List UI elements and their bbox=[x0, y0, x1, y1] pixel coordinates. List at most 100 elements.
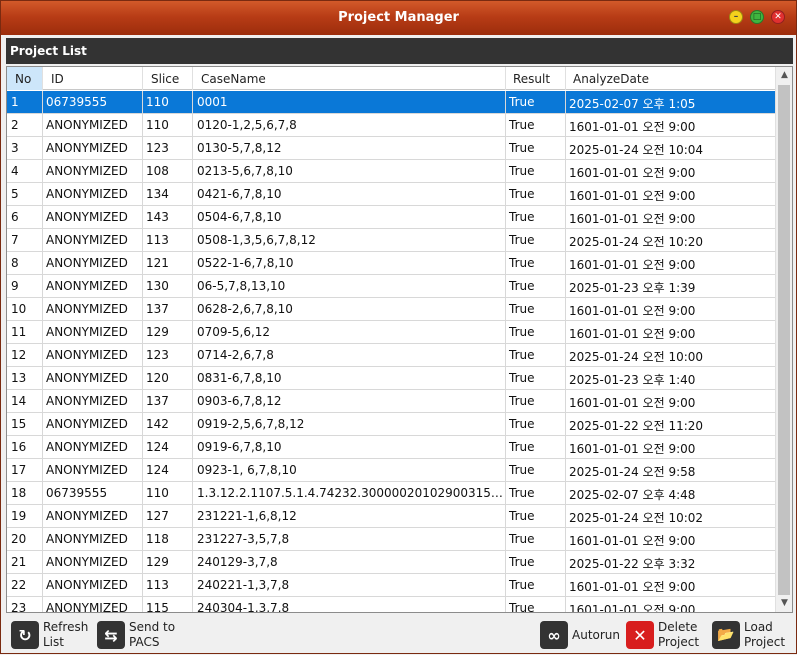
maximize-button[interactable]: □ bbox=[750, 10, 764, 24]
cell-no[interactable]: 18 bbox=[7, 482, 43, 504]
cell-casename[interactable]: 0213-5,6,7,8,10 bbox=[193, 160, 506, 182]
cell-no[interactable]: 19 bbox=[7, 505, 43, 527]
table-row[interactable]: 9 ANONYMIZED 130 06-5,7,8,13,10 True 2025-01-… bbox=[7, 275, 775, 298]
cell-no[interactable]: 8 bbox=[7, 252, 43, 274]
cell-analyzedate[interactable]: 2025-02-07 오후 1:05 bbox=[566, 91, 775, 113]
cell-casename[interactable]: 231221-1,6,8,12 bbox=[193, 505, 506, 527]
cell-analyzedate[interactable]: 2025-01-22 오전 11:20 bbox=[566, 413, 775, 435]
table-row[interactable]: 23 ANONYMIZED 115 240304-1,3,7,8 True 1601-01… bbox=[7, 597, 775, 612]
cell-analyzedate[interactable]: 1601-01-01 오전 9:00 bbox=[566, 298, 775, 320]
cell-id[interactable]: ANONYMIZED bbox=[43, 114, 143, 136]
cell-no[interactable]: 11 bbox=[7, 321, 43, 343]
send-to-pacs-button[interactable]: ⇆ Send to PACS bbox=[97, 619, 175, 651]
cell-casename[interactable]: 0714-2,6,7,8 bbox=[193, 344, 506, 366]
cell-no[interactable]: 16 bbox=[7, 436, 43, 458]
cell-slice[interactable]: 113 bbox=[143, 574, 193, 596]
cell-result[interactable]: True bbox=[506, 321, 566, 343]
cell-casename[interactable]: 240221-1,3,7,8 bbox=[193, 574, 506, 596]
table-row[interactable]: 8 ANONYMIZED 121 0522-1-6,7,8,10 True 1601-01… bbox=[7, 252, 775, 275]
cell-slice[interactable]: 129 bbox=[143, 551, 193, 573]
cell-slice[interactable]: 120 bbox=[143, 367, 193, 389]
refresh-list-button[interactable]: ↻ Refresh List bbox=[11, 619, 88, 651]
cell-no[interactable]: 12 bbox=[7, 344, 43, 366]
cell-analyzedate[interactable]: 2025-01-24 오전 10:00 bbox=[566, 344, 775, 366]
table-row[interactable]: 20 ANONYMIZED 118 231227-3,5,7,8 True 1601-01… bbox=[7, 528, 775, 551]
table-row[interactable]: 7 ANONYMIZED 113 0508-1,3,5,6,7,8,12 True 202… bbox=[7, 229, 775, 252]
cell-slice[interactable]: 123 bbox=[143, 344, 193, 366]
cell-analyzedate[interactable]: 2025-01-24 오전 9:58 bbox=[566, 459, 775, 481]
cell-result[interactable]: True bbox=[506, 436, 566, 458]
cell-no[interactable]: 22 bbox=[7, 574, 43, 596]
cell-casename[interactable]: 0001 bbox=[193, 91, 506, 113]
cell-id[interactable]: ANONYMIZED bbox=[43, 344, 143, 366]
cell-no[interactable]: 4 bbox=[7, 160, 43, 182]
column-header-no[interactable]: No bbox=[7, 67, 43, 90]
cell-id[interactable]: ANONYMIZED bbox=[43, 252, 143, 274]
cell-result[interactable]: True bbox=[506, 114, 566, 136]
cell-slice[interactable]: 121 bbox=[143, 252, 193, 274]
cell-result[interactable]: True bbox=[506, 597, 566, 612]
cell-no[interactable]: 3 bbox=[7, 137, 43, 159]
table-row[interactable]: 15 ANONYMIZED 142 0919-2,5,6,7,8,12 True 2025… bbox=[7, 413, 775, 436]
table-row[interactable]: 5 ANONYMIZED 134 0421-6,7,8,10 True 1601-01-0… bbox=[7, 183, 775, 206]
cell-slice[interactable]: 115 bbox=[143, 597, 193, 612]
cell-slice[interactable]: 110 bbox=[143, 91, 193, 113]
cell-slice[interactable]: 134 bbox=[143, 183, 193, 205]
cell-casename[interactable]: 0508-1,3,5,6,7,8,12 bbox=[193, 229, 506, 251]
cell-slice[interactable]: 130 bbox=[143, 275, 193, 297]
cell-no[interactable]: 1 bbox=[7, 91, 43, 113]
table-row[interactable]: 14 ANONYMIZED 137 0903-6,7,8,12 True 1601-01-… bbox=[7, 390, 775, 413]
cell-result[interactable]: True bbox=[506, 160, 566, 182]
cell-no[interactable]: 13 bbox=[7, 367, 43, 389]
cell-analyzedate[interactable]: 1601-01-01 오전 9:00 bbox=[566, 160, 775, 182]
autorun-button[interactable]: ∞ Autorun bbox=[540, 619, 620, 651]
cell-analyzedate[interactable]: 1601-01-01 오전 9:00 bbox=[566, 114, 775, 136]
table-row[interactable]: 10 ANONYMIZED 137 0628-2,6,7,8,10 True 1601-0… bbox=[7, 298, 775, 321]
cell-casename[interactable]: 240304-1,3,7,8 bbox=[193, 597, 506, 612]
cell-no[interactable]: 14 bbox=[7, 390, 43, 412]
cell-analyzedate[interactable]: 2025-01-23 오후 1:40 bbox=[566, 367, 775, 389]
cell-slice[interactable]: 143 bbox=[143, 206, 193, 228]
cell-casename[interactable]: 0628-2,6,7,8,10 bbox=[193, 298, 506, 320]
cell-casename[interactable]: 0709-5,6,12 bbox=[193, 321, 506, 343]
cell-id[interactable]: ANONYMIZED bbox=[43, 275, 143, 297]
cell-result[interactable]: True bbox=[506, 367, 566, 389]
cell-id[interactable]: ANONYMIZED bbox=[43, 321, 143, 343]
cell-no[interactable]: 15 bbox=[7, 413, 43, 435]
cell-result[interactable]: True bbox=[506, 275, 566, 297]
cell-casename[interactable]: 0923-1, 6,7,8,10 bbox=[193, 459, 506, 481]
cell-analyzedate[interactable]: 2025-01-24 오전 10:04 bbox=[566, 137, 775, 159]
table-row[interactable]: 21 ANONYMIZED 129 240129-3,7,8 True 2025-01-2… bbox=[7, 551, 775, 574]
cell-casename[interactable]: 0421-6,7,8,10 bbox=[193, 183, 506, 205]
cell-no[interactable]: 2 bbox=[7, 114, 43, 136]
cell-analyzedate[interactable]: 1601-01-01 오전 9:00 bbox=[566, 597, 775, 612]
cell-analyzedate[interactable]: 1601-01-01 오전 9:00 bbox=[566, 436, 775, 458]
cell-slice[interactable]: 113 bbox=[143, 229, 193, 251]
cell-id[interactable]: ANONYMIZED bbox=[43, 413, 143, 435]
cell-result[interactable]: True bbox=[506, 505, 566, 527]
table-row[interactable]: 6 ANONYMIZED 143 0504-6,7,8,10 True 1601-01-0… bbox=[7, 206, 775, 229]
scroll-up-arrow-icon[interactable]: ▲ bbox=[776, 67, 792, 84]
cell-no[interactable]: 23 bbox=[7, 597, 43, 612]
cell-id[interactable]: ANONYMIZED bbox=[43, 137, 143, 159]
vertical-scrollbar[interactable]: ▲ ▼ bbox=[775, 67, 792, 612]
cell-slice[interactable]: 108 bbox=[143, 160, 193, 182]
cell-casename[interactable]: 240129-3,7,8 bbox=[193, 551, 506, 573]
cell-result[interactable]: True bbox=[506, 344, 566, 366]
column-header-casename[interactable]: CaseName bbox=[193, 67, 506, 90]
cell-result[interactable]: True bbox=[506, 528, 566, 550]
scroll-down-arrow-icon[interactable]: ▼ bbox=[776, 595, 792, 612]
cell-result[interactable]: True bbox=[506, 413, 566, 435]
cell-analyzedate[interactable]: 1601-01-01 오전 9:00 bbox=[566, 206, 775, 228]
cell-result[interactable]: True bbox=[506, 91, 566, 113]
cell-id[interactable]: ANONYMIZED bbox=[43, 528, 143, 550]
cell-analyzedate[interactable]: 2025-01-24 오전 10:20 bbox=[566, 229, 775, 251]
cell-id[interactable]: ANONYMIZED bbox=[43, 505, 143, 527]
cell-result[interactable]: True bbox=[506, 206, 566, 228]
cell-no[interactable]: 5 bbox=[7, 183, 43, 205]
cell-analyzedate[interactable]: 2025-01-22 오후 3:32 bbox=[566, 551, 775, 573]
cell-result[interactable]: True bbox=[506, 229, 566, 251]
cell-slice[interactable]: 124 bbox=[143, 459, 193, 481]
cell-no[interactable]: 9 bbox=[7, 275, 43, 297]
cell-slice[interactable]: 110 bbox=[143, 114, 193, 136]
